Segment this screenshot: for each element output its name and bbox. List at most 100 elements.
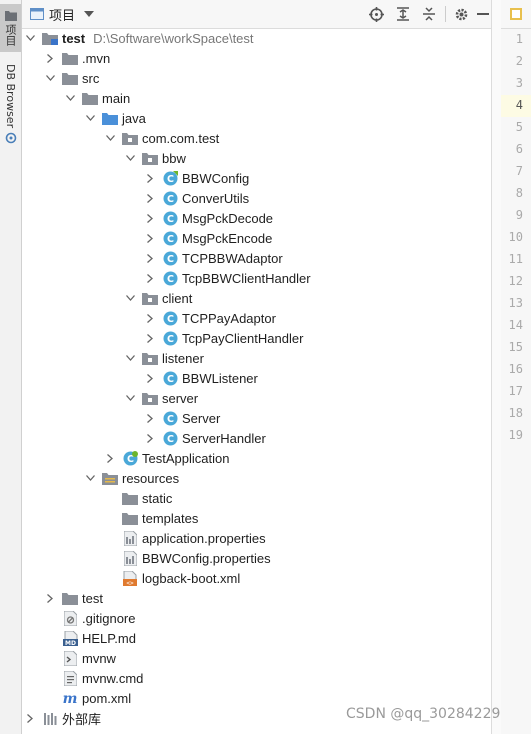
line-number: 6 <box>515 142 523 156</box>
chevron-right-icon[interactable] <box>144 268 156 288</box>
tree-item[interactable]: java <box>22 108 491 128</box>
chevron-right-icon[interactable] <box>144 428 156 448</box>
line-number: 14 <box>508 318 523 332</box>
tree-item[interactable]: templates <box>22 508 491 528</box>
chevron-right-icon[interactable] <box>144 228 156 248</box>
chevron-right-icon[interactable] <box>44 588 56 608</box>
chevron-down-icon[interactable] <box>44 68 56 88</box>
chevron-right-icon[interactable] <box>144 408 156 428</box>
tree-item-label: MsgPckDecode <box>182 210 274 226</box>
tree-item[interactable]: static <box>22 488 491 508</box>
svg-text:C: C <box>167 174 174 185</box>
expand-all-button[interactable] <box>394 5 412 23</box>
tree-item[interactable]: .mvn <box>22 48 491 68</box>
tree-item[interactable]: C BBWConfig <box>22 168 491 188</box>
tree-item-label: templates <box>142 510 199 526</box>
tree-item[interactable]: application.properties <box>22 528 491 548</box>
chevron-right-icon[interactable] <box>144 368 156 388</box>
chevron-down-icon[interactable] <box>124 288 136 308</box>
svg-text:C: C <box>167 414 174 425</box>
tree-item[interactable]: bbw <box>22 148 491 168</box>
svg-text:<>: <> <box>126 580 134 586</box>
tree-item[interactable]: C ConverUtils <box>22 188 491 208</box>
tree-item[interactable]: BBWConfig.properties <box>22 548 491 568</box>
gitignore-file-icon <box>62 610 78 626</box>
svg-text:C: C <box>167 254 174 265</box>
minimize-icon <box>477 13 489 15</box>
chevron-down-icon[interactable] <box>24 28 36 48</box>
maven-pom-icon: m <box>62 690 78 706</box>
tree-item[interactable]: com.com.test <box>22 128 491 148</box>
chevron-right-icon[interactable] <box>104 448 116 468</box>
chevron-down-icon[interactable] <box>84 468 96 488</box>
chevron-right-icon[interactable] <box>144 168 156 188</box>
tree-item-label: BBWConfig <box>182 170 250 186</box>
tree-item[interactable]: listener <box>22 348 491 368</box>
chevron-down-icon[interactable] <box>124 348 136 368</box>
chevron-down-icon[interactable] <box>104 128 116 148</box>
chevron-down-icon[interactable] <box>84 108 96 128</box>
select-opened-file-button[interactable] <box>367 5 385 23</box>
tree-item-label: java <box>122 110 146 126</box>
tree-item[interactable]: <> logback-boot.xml <box>22 568 491 588</box>
chevron-right-icon[interactable] <box>144 188 156 208</box>
class-icon: C <box>162 250 178 266</box>
file-tab-icon <box>510 8 522 20</box>
tree-item[interactable]: mvnw <box>22 648 491 668</box>
resources-folder-icon <box>102 470 118 486</box>
tree-item[interactable]: C Server <box>22 408 491 428</box>
tree-item[interactable]: C ServerHandler <box>22 428 491 448</box>
database-icon <box>5 132 16 143</box>
tree-item[interactable]: C TestApplication <box>22 448 491 468</box>
chevron-down-icon[interactable] <box>124 148 136 168</box>
tree-item-label: HELP.md <box>82 630 136 646</box>
tree-item[interactable]: C TcpBBWClientHandler <box>22 268 491 288</box>
hide-panel-button[interactable] <box>474 5 492 23</box>
view-selector[interactable]: 项目 <box>30 5 95 23</box>
chevron-right-icon[interactable] <box>44 48 56 68</box>
tree-item-label: TcpPayClientHandler <box>182 330 304 346</box>
tree-item[interactable]: C TcpPayClientHandler <box>22 328 491 348</box>
editor-tab[interactable] <box>501 0 531 29</box>
tree-item[interactable]: mvnw.cmd <box>22 668 491 688</box>
chevron-down-icon[interactable] <box>64 88 76 108</box>
chevron-right-icon[interactable] <box>144 208 156 228</box>
tree-item[interactable]: C MsgPckEncode <box>22 228 491 248</box>
line-number: 11 <box>508 252 523 266</box>
tree-item-label: TcpBBWClientHandler <box>182 270 311 286</box>
tree-item-label: mvnw.cmd <box>82 670 144 686</box>
db-browser-tool-tab[interactable]: DB Browser <box>0 62 21 146</box>
package-icon <box>122 130 138 146</box>
class-icon: C <box>162 210 178 226</box>
chevron-right-icon[interactable] <box>144 328 156 348</box>
chevron-down-icon[interactable] <box>124 388 136 408</box>
tree-item[interactable]: .gitignore <box>22 608 491 628</box>
chevron-right-icon[interactable] <box>144 248 156 268</box>
project-tool-tab[interactable]: 项目 <box>0 4 21 52</box>
tree-root-test[interactable]: test D:\Software\workSpace\test <box>22 28 491 48</box>
chevron-right-icon[interactable] <box>144 308 156 328</box>
tree-item[interactable]: client <box>22 288 491 308</box>
chevron-right-icon[interactable] <box>24 708 36 728</box>
tree-item[interactable]: main <box>22 88 491 108</box>
collapse-all-button[interactable] <box>420 5 438 23</box>
shell-file-icon <box>62 650 78 666</box>
expand-all-icon <box>397 7 409 21</box>
tree-item[interactable]: server <box>22 388 491 408</box>
tree-item-label: src <box>82 70 100 86</box>
svg-text:m: m <box>63 691 78 705</box>
tree-item[interactable]: C BBWListener <box>22 368 491 388</box>
tree-item[interactable]: C MsgPckDecode <box>22 208 491 228</box>
tree-item[interactable]: C TCPBBWAdaptor <box>22 248 491 268</box>
tree-item[interactable]: C TCPPayAdaptor <box>22 308 491 328</box>
class-icon: C <box>162 410 178 426</box>
vertical-scrollbar[interactable] <box>491 0 501 734</box>
tree-item[interactable]: test <box>22 588 491 608</box>
tree-item[interactable]: m pom.xml <box>22 688 491 708</box>
tree-item[interactable]: src <box>22 68 491 88</box>
tree-item[interactable]: MD HELP.md <box>22 628 491 648</box>
settings-button[interactable] <box>452 5 470 23</box>
tree-item[interactable]: resources <box>22 468 491 488</box>
